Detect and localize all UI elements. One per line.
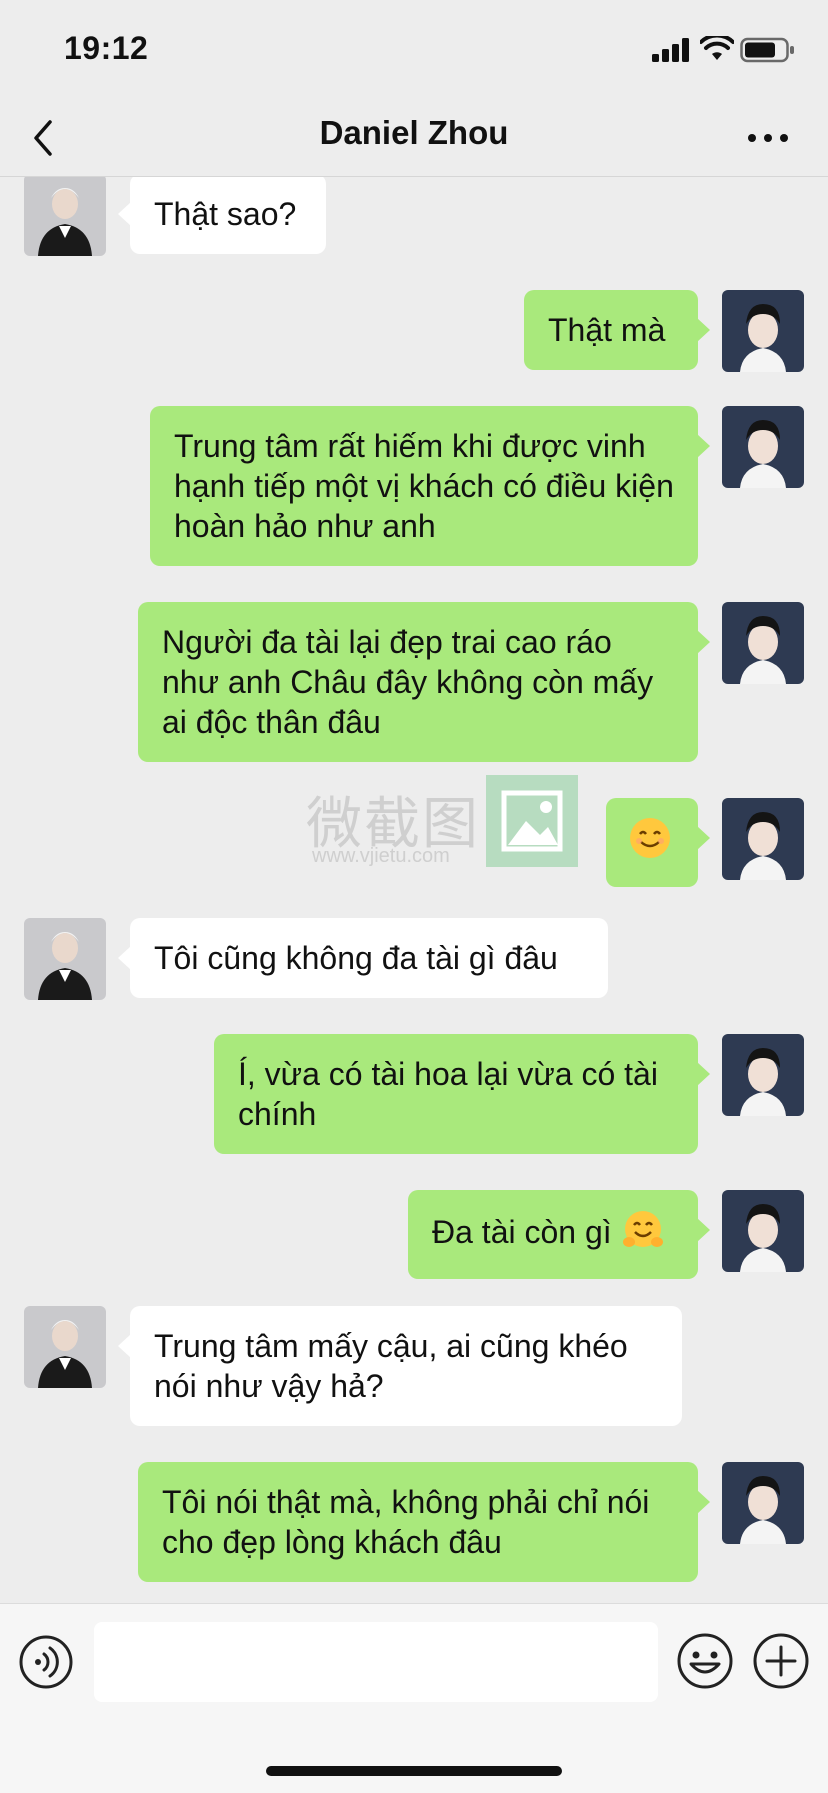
message-bubble-out[interactable]: Đa tài còn gì xyxy=(408,1190,710,1279)
message-text: Đa tài còn gì xyxy=(432,1213,621,1250)
message-bubble-out[interactable]: Trung tâm rất hiếm khi được vinh hạnh ti… xyxy=(150,406,710,566)
battery-icon xyxy=(740,37,794,63)
message-bubble-out[interactable] xyxy=(606,798,710,887)
wifi-icon xyxy=(700,36,734,60)
message-input[interactable] xyxy=(94,1622,658,1702)
signal-icon xyxy=(652,38,689,62)
message-bubble-out[interactable]: Í, vừa có tài hoa lại vừa có tài chính xyxy=(214,1034,710,1154)
message-bubble-in[interactable]: Trung tâm mấy cậu, ai cũng khéo nói như … xyxy=(118,1306,682,1426)
message-text: Tôi nói thật mà, không phải chỉ nói cho … xyxy=(162,1484,650,1560)
status-time: 19:12 xyxy=(64,30,149,66)
my-avatar[interactable] xyxy=(722,798,804,880)
message-text: Trung tâm mấy cậu, ai cũng khéo nói như … xyxy=(154,1328,628,1404)
my-avatar[interactable] xyxy=(722,1034,804,1116)
image-icon xyxy=(486,775,578,867)
input-bar xyxy=(0,1603,828,1793)
message-text: Í, vừa có tài hoa lại vừa có tài chính xyxy=(238,1056,658,1132)
my-avatar[interactable] xyxy=(722,406,804,488)
message-text: Người đa tài lại đẹp trai cao ráo như an… xyxy=(162,624,654,740)
message-bubble-out[interactable]: Người đa tài lại đẹp trai cao ráo như an… xyxy=(138,602,710,762)
message-text: Thật mà xyxy=(548,312,666,348)
my-avatar[interactable] xyxy=(722,602,804,684)
message-bubble-out[interactable]: Thật mà xyxy=(524,290,710,370)
voice-icon[interactable] xyxy=(18,1634,74,1690)
message-text: Trung tâm rất hiếm khi được vinh hạnh ti… xyxy=(174,428,674,544)
chat-title: Daniel Zhou xyxy=(319,114,509,151)
contact-avatar[interactable] xyxy=(24,918,106,1000)
my-avatar[interactable] xyxy=(722,1190,804,1272)
watermark-url: www.vjietu.com xyxy=(312,845,450,867)
hugging-face-emoji xyxy=(621,1208,665,1261)
watermark: 微截图 www.vjietu.com xyxy=(300,775,580,875)
contact-avatar[interactable] xyxy=(24,177,106,256)
contact-avatar[interactable] xyxy=(24,1306,106,1388)
smiling-face-emoji xyxy=(626,814,674,871)
more-dots-icon[interactable] xyxy=(744,128,792,148)
nav-bar: Daniel Zhou xyxy=(0,100,828,177)
my-avatar[interactable] xyxy=(722,1462,804,1544)
my-avatar[interactable] xyxy=(722,290,804,372)
message-text: Thật sao? xyxy=(154,196,297,232)
message-bubble-in[interactable]: Tôi cũng không đa tài gì đâu xyxy=(118,918,608,998)
emoji-face-icon[interactable] xyxy=(676,1632,734,1690)
plus-icon[interactable] xyxy=(752,1632,810,1690)
home-indicator xyxy=(266,1766,562,1776)
message-text: Tôi cũng không đa tài gì đâu xyxy=(154,940,558,976)
message-bubble-in[interactable]: Thật sao? xyxy=(118,177,326,254)
message-bubble-out[interactable]: Tôi nói thật mà, không phải chỉ nói cho … xyxy=(138,1462,710,1582)
status-bar: 19:12 xyxy=(0,0,828,100)
chat-area[interactable]: Thật sao? Thật mà Trung tâm rất hiếm khi… xyxy=(0,177,828,1603)
